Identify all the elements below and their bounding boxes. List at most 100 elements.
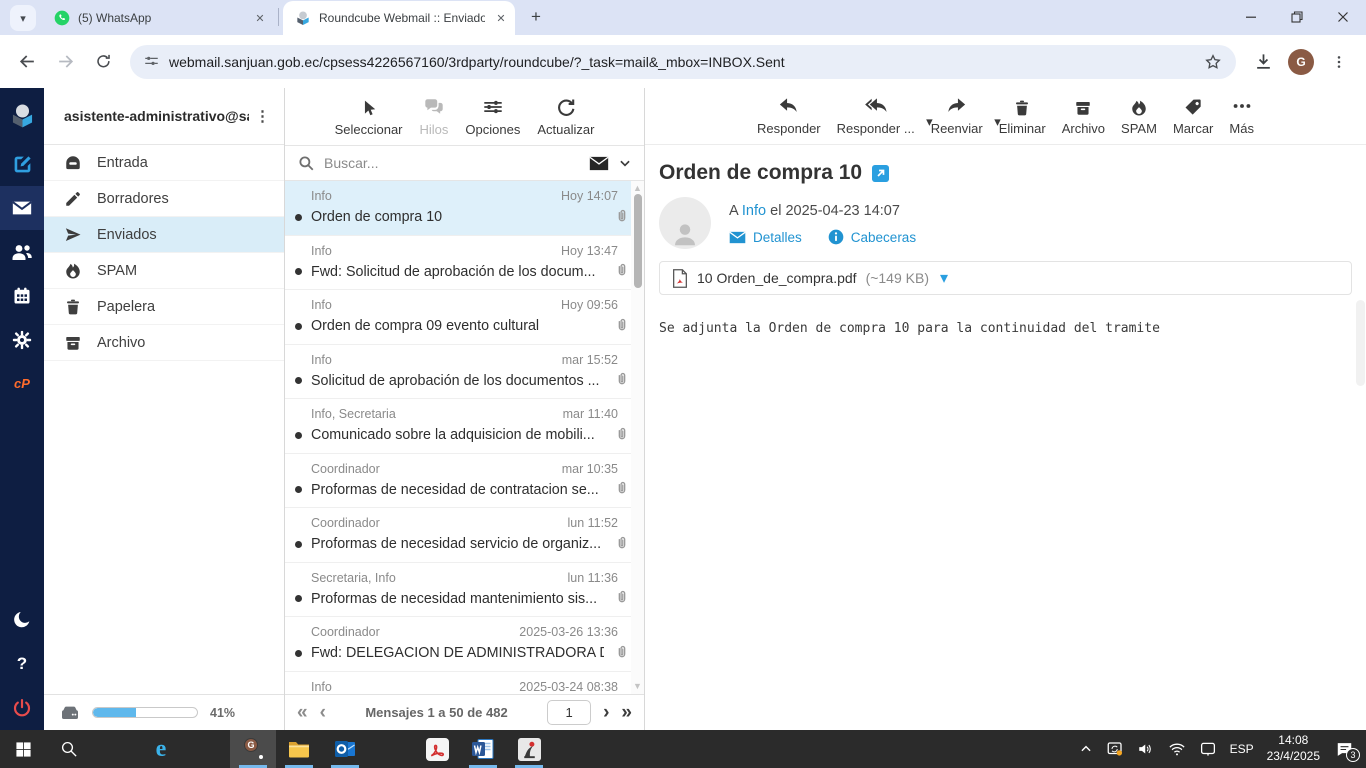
close-icon[interactable]: ✕ — [493, 10, 509, 26]
rail-item[interactable] — [0, 686, 44, 730]
folder-item[interactable]: Archivo — [44, 325, 284, 361]
search-input[interactable] — [324, 155, 580, 171]
list-toolbar-button[interactable]: Hilos — [420, 97, 449, 137]
restore-button[interactable] — [1274, 0, 1320, 34]
page-number-input[interactable] — [547, 700, 591, 725]
rail-item[interactable] — [0, 186, 44, 230]
rail-item[interactable] — [0, 230, 44, 274]
rail-item[interactable] — [0, 88, 44, 142]
tray-item[interactable] — [1168, 740, 1186, 758]
folder-item[interactable]: Enviados — [44, 217, 284, 253]
taskbar-app-button[interactable] — [368, 730, 414, 768]
minimize-button[interactable] — [1228, 0, 1274, 34]
reader-toolbar-button[interactable]: SPAM ▾ — [1121, 96, 1157, 136]
clock[interactable]: 14:08 23/4/2025 — [1267, 733, 1320, 764]
tray-item[interactable] — [1079, 742, 1093, 756]
attachment-name[interactable]: 10 Orden_de_compra.pdf — [697, 270, 857, 286]
tab-search-button[interactable]: ▾ — [10, 5, 36, 31]
taskbar-app-button[interactable] — [414, 730, 460, 768]
taskbar-app-button[interactable] — [0, 730, 46, 768]
site-info-icon[interactable] — [144, 54, 159, 69]
taskbar-app-button[interactable]: G — [230, 730, 276, 768]
taskbar-app-button[interactable] — [460, 730, 506, 768]
forward-button[interactable] — [48, 45, 82, 79]
rail-item[interactable]: cP — [0, 362, 44, 406]
attachment-row[interactable]: 10 Orden_de_compra.pdf (~149 KB) ▾ — [659, 261, 1352, 295]
trash-icon — [64, 298, 82, 316]
first-page-button[interactable]: « — [297, 703, 308, 722]
message-row[interactable]: Coordinador lun 11:52 Proformas de neces… — [285, 508, 644, 563]
message-row[interactable]: Info mar 15:52 Solicitud de aprobación d… — [285, 345, 644, 400]
message-row[interactable]: Coordinador 2025-03-26 13:36 Fwd: DELEGA… — [285, 617, 644, 672]
taskbar-app-button[interactable]: e — [138, 730, 184, 768]
bookmark-star-icon[interactable] — [1204, 53, 1222, 71]
message-row[interactable]: Info Hoy 14:07 Orden de compra 10 — [285, 181, 644, 236]
language-indicator[interactable]: ESP — [1230, 742, 1254, 756]
reader-toolbar-button[interactable]: Más ▾ — [1229, 96, 1254, 136]
rail-item[interactable] — [0, 318, 44, 362]
taskbar-app-button[interactable] — [92, 730, 138, 768]
taskbar-app-button[interactable] — [276, 730, 322, 768]
message-row[interactable]: Info Hoy 13:47 Fwd: Solicitud de aprobac… — [285, 236, 644, 291]
reader-toolbar-button[interactable]: Marcar ▾ — [1173, 96, 1213, 136]
message-row[interactable]: Info 2025-03-24 08:38 — [285, 672, 644, 695]
folder-item[interactable]: Papelera — [44, 289, 284, 325]
scroll-up-icon[interactable]: ▲ — [633, 184, 642, 193]
tab-whatsapp[interactable]: (5) WhatsApp ✕ — [42, 1, 274, 35]
rail-item[interactable] — [0, 274, 44, 318]
rail-item[interactable]: ? — [0, 642, 44, 686]
message-row[interactable]: Info, Secretaria mar 11:40 Comunicado so… — [285, 399, 644, 454]
details-toggle[interactable]: Detalles — [729, 229, 802, 245]
tab-roundcube[interactable]: Roundcube Webmail :: Enviados ✕ — [283, 1, 515, 35]
list-toolbar-button[interactable]: Actualizar — [537, 97, 594, 137]
new-tab-button[interactable]: + — [523, 4, 549, 30]
last-page-button[interactable]: » — [621, 703, 632, 722]
search-options-chevron-icon[interactable] — [618, 156, 632, 170]
folder-item[interactable]: Borradores — [44, 181, 284, 217]
url-bar[interactable]: webmail.sanjuan.gob.ec/cpsess4226567160/… — [130, 45, 1236, 79]
message-subject: Fwd: Solicitud de aprobación de los docu… — [311, 264, 596, 280]
close-window-button[interactable] — [1320, 0, 1366, 34]
reader-toolbar-button[interactable]: Archivo ▾ — [1062, 96, 1105, 136]
prev-page-button[interactable]: ‹ — [320, 703, 326, 722]
reader-toolbar-button[interactable]: Eliminar ▾ — [999, 96, 1046, 136]
folder-item[interactable]: Entrada — [44, 145, 284, 181]
message-row[interactable]: Coordinador mar 10:35 Proformas de neces… — [285, 454, 644, 509]
message-row[interactable]: Secretaria, Info lun 11:36 Proformas de … — [285, 563, 644, 618]
back-button[interactable] — [10, 45, 44, 79]
rail-item[interactable] — [0, 142, 44, 186]
reload-button[interactable] — [86, 45, 120, 79]
taskbar-app-button[interactable] — [184, 730, 230, 768]
taskbar-app-button[interactable] — [322, 730, 368, 768]
taskbar-app-button[interactable] — [506, 730, 552, 768]
open-in-new-window-icon[interactable] — [872, 165, 889, 182]
attachment-menu-caret-icon[interactable]: ▾ — [940, 268, 948, 288]
tray-item[interactable] — [1106, 740, 1124, 758]
headers-toggle[interactable]: Cabeceras — [828, 229, 916, 245]
tray-item[interactable] — [1137, 740, 1155, 758]
rail-item[interactable] — [0, 598, 44, 642]
reader-scrollbar-thumb[interactable] — [1356, 300, 1365, 386]
message-row[interactable]: Info Hoy 09:56 Orden de compra 09 evento… — [285, 290, 644, 345]
folder-item[interactable]: SPAM — [44, 253, 284, 289]
downloads-button[interactable] — [1246, 45, 1280, 79]
taskbar-app-button[interactable] — [46, 730, 92, 768]
headers-label: Cabeceras — [851, 230, 916, 245]
list-toolbar-button[interactable]: Seleccionar — [335, 97, 403, 137]
list-scrollbar[interactable]: ▲ ▼ — [631, 181, 644, 694]
profile-avatar[interactable]: G — [1288, 49, 1314, 75]
reader-toolbar-button[interactable]: Responder ... ▾ — [837, 96, 915, 136]
scrollbar-thumb[interactable] — [634, 194, 642, 288]
close-icon[interactable]: ✕ — [252, 10, 268, 26]
recipient-link[interactable]: Info — [742, 203, 766, 219]
search-scope-mail-icon[interactable] — [589, 156, 609, 171]
browser-menu-button[interactable] — [1322, 45, 1356, 79]
list-toolbar-button[interactable]: Opciones — [465, 97, 520, 137]
reader-toolbar-button[interactable]: Responder ▾ — [757, 96, 821, 136]
scroll-down-icon[interactable]: ▼ — [633, 682, 642, 691]
tray-item[interactable] — [1199, 740, 1217, 758]
next-page-button[interactable]: › — [603, 703, 609, 722]
action-center-button[interactable]: 3 — [1335, 740, 1354, 759]
reader-toolbar-button[interactable]: Reenviar ▾ — [931, 96, 983, 136]
account-menu-icon[interactable]: ⋮ — [249, 107, 276, 125]
